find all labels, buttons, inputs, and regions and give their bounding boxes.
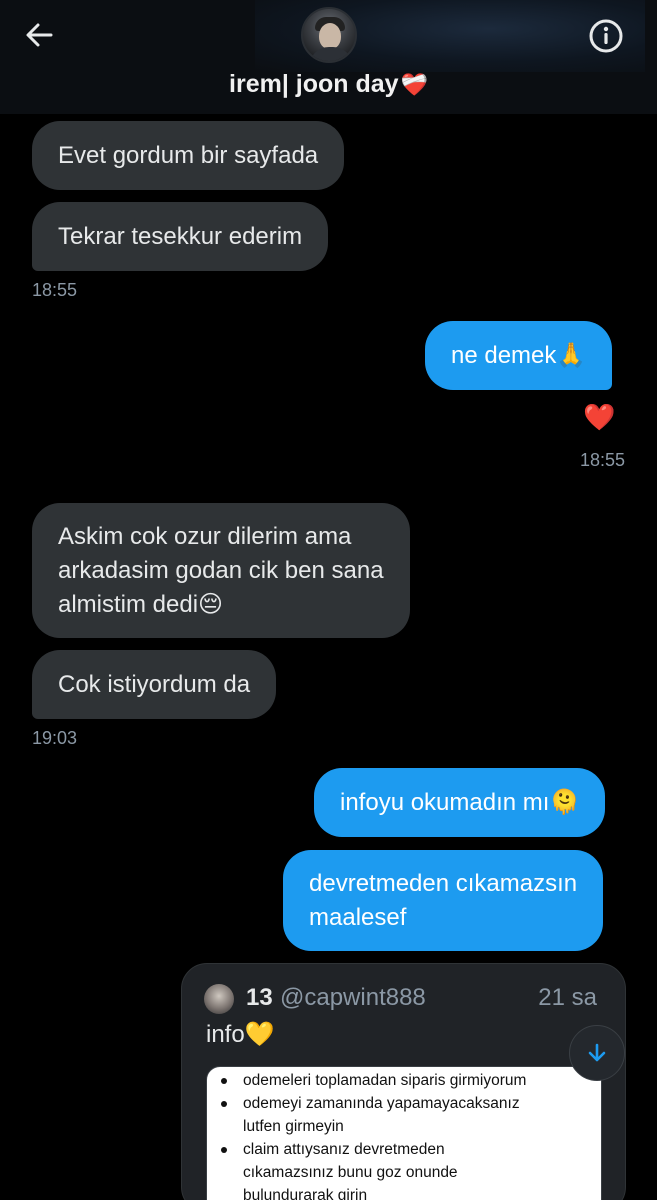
conversation-title[interactable]: irem| joon day❤️‍🩹 [0,70,657,99]
quoted-tweet-name: 13 [246,984,273,1011]
message-bubble-incoming[interactable]: Evet gordum bir sayfada [32,121,345,190]
quoted-tweet-card[interactable]: 13 @capwint888 21 sa info💛 odemeleri top… [181,963,626,1200]
title-text: irem| joon day [229,70,399,98]
message-bubble-outgoing[interactable]: infoyu okumadın mı🫠 [314,768,606,837]
avatar[interactable] [301,7,357,63]
message-line: devretmeden cıkamazsın [309,869,578,897]
quoted-tweet-text: info💛 [206,1021,275,1048]
message-timestamp: 19:03 [32,728,78,748]
conversation-header: irem| joon day❤️‍🩹 [0,0,657,114]
message-bubble-incoming[interactable]: Tekrar tesekkur ederim [32,202,329,271]
message-bubble-incoming[interactable]: Askim cok ozur dilerim ama arkadasim god… [32,503,410,638]
message-line: arkadasim godan cik ben sana [58,556,384,584]
message-timestamp: 18:55 [32,280,78,300]
info-list: odemeleri toplamadan siparis girmiyorum … [207,1067,601,1200]
info-icon [589,19,623,53]
info-list-item: odemeleri toplamadan siparis girmiyorum [221,1069,601,1092]
scroll-to-bottom-button[interactable] [569,1025,625,1081]
info-list-item: odemeyi zamanında yapamayacaksanız lutfen… [221,1092,601,1138]
quoted-tweet-handle: @capwint888 [280,984,426,1011]
message-bubble-outgoing[interactable]: devretmeden cıkamazsın maalesef [283,850,604,951]
info-button[interactable] [584,14,628,58]
quoted-tweet-avatar [204,984,234,1014]
message-line: almistim dedi😔 [58,590,224,618]
quoted-tweet-image[interactable]: odemeleri toplamadan siparis girmiyorum … [206,1066,602,1200]
info-list-item: claim attıysanız devretmeden cıkamazsınız… [221,1138,601,1200]
arrow-down-icon [588,1043,606,1062]
back-arrow-icon [26,23,53,47]
message-timestamp: 18:55 [579,450,625,470]
mending-heart-emoji: ❤️‍🩹 [400,72,428,97]
message-bubble-incoming[interactable]: Cok istiyordum da [32,650,277,719]
message-line: Askim cok ozur dilerim ama [58,522,352,550]
message-bubble-outgoing[interactable]: ne demek🙏 [425,321,613,390]
quoted-tweet-time: 21 sa [538,984,597,1011]
back-button[interactable] [18,14,60,56]
heart-reaction[interactable]: ❤️ [583,402,615,433]
message-line: maalesef [309,903,407,931]
